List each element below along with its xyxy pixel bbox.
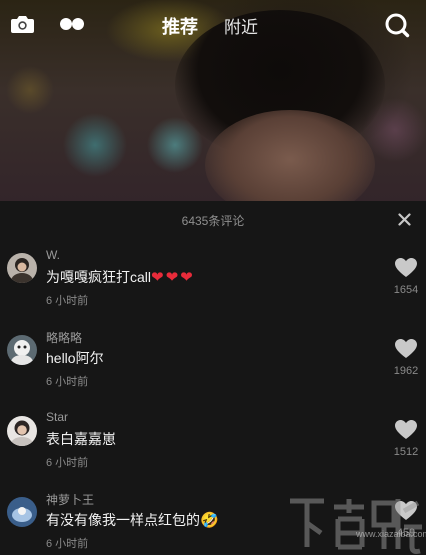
heart-icon[interactable] <box>395 258 417 278</box>
like-count: 1962 <box>393 365 419 377</box>
like-count: 1512 <box>393 446 419 458</box>
comment-item: W. 为嘎嘎疯狂打call❤❤❤ 6 小时前 1654 <box>0 246 426 328</box>
heart-icon[interactable] <box>395 339 417 359</box>
avatar[interactable] <box>7 416 37 446</box>
comment-item: Star 表白嘉嘉崽 6 小时前 1512 <box>0 408 426 490</box>
comment-username[interactable]: 略略略 <box>46 329 82 346</box>
like-count: 1654 <box>393 284 419 296</box>
camera-icon[interactable] <box>10 14 35 34</box>
comment-time: 6 小时前 <box>46 295 89 307</box>
comment-item: 略略略 hello阿尔 6 小时前 1962 <box>0 327 426 409</box>
comments-header: 6435条评论 <box>0 201 426 237</box>
comment-time: 6 小时前 <box>46 538 89 550</box>
comment-text: hello阿尔 <box>46 350 104 366</box>
heart-icon[interactable] <box>395 420 417 440</box>
search-icon[interactable] <box>384 12 410 38</box>
comment-username[interactable]: Star <box>46 410 68 424</box>
heart-emoji: ❤❤❤ <box>151 269 195 286</box>
close-icon[interactable] <box>398 213 411 226</box>
laughing-emoji: 🤣 <box>200 512 219 529</box>
comment-time: 6 小时前 <box>46 457 89 469</box>
comment-text: 为嘎嘎疯狂打call❤❤❤ <box>46 269 195 286</box>
comment-text: 表白嘉嘉崽 <box>46 431 116 447</box>
comment-username[interactable]: 神萝卜王 <box>46 491 94 508</box>
comment-count: 6435条评论 <box>181 214 245 228</box>
tab-nearby[interactable]: 附近 <box>224 13 258 38</box>
top-bar: 推荐 附近 <box>0 0 426 52</box>
comment-username[interactable]: W. <box>46 248 60 262</box>
tab-recommend[interactable]: 推荐 <box>162 13 198 39</box>
avatar[interactable] <box>7 497 37 527</box>
watermark-logo <box>290 498 422 554</box>
avatar[interactable] <box>7 335 37 365</box>
avatar[interactable] <box>7 253 37 283</box>
watermark-text: www.xiazaiba.com <box>356 529 426 539</box>
dots-icon[interactable] <box>59 16 85 32</box>
comment-time: 6 小时前 <box>46 376 89 388</box>
comment-text: 有没有像我一样点红包的🤣 <box>46 512 219 529</box>
